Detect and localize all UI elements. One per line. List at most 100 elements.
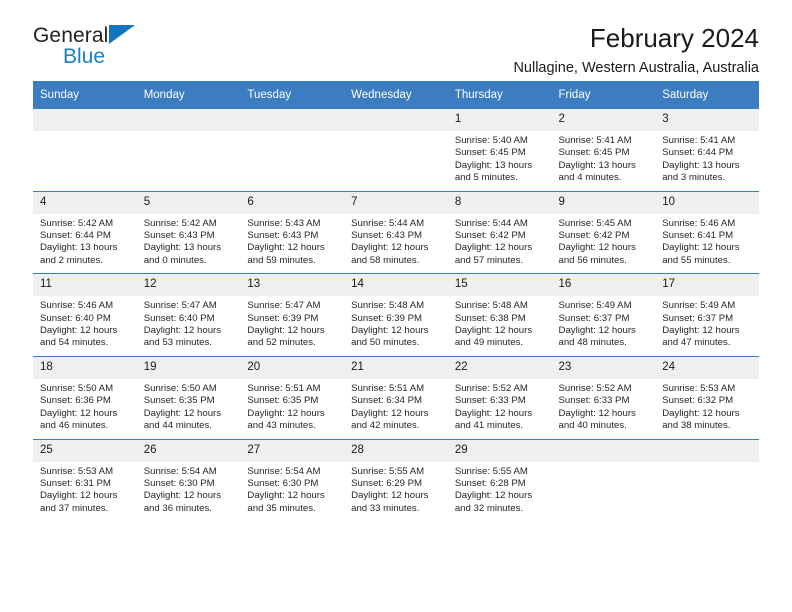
daylight-text: Daylight: 12 hours and 38 minutes. (662, 407, 740, 432)
calendar-day-cell[interactable]: 13 Sunrise: 5:47 AM Sunset: 6:39 PM Dayl… (240, 273, 345, 357)
daylight-text: Daylight: 12 hours and 40 minutes. (558, 407, 636, 432)
day-number (551, 439, 656, 462)
day-details (137, 131, 241, 189)
calendar-day-cell[interactable]: 3 Sunrise: 5:41 AM Sunset: 6:44 PM Dayli… (655, 109, 759, 192)
page-subtitle: Nullagine, Western Australia, Australia (513, 60, 759, 76)
day-number: 8 (447, 191, 552, 214)
day-details: Sunrise: 5:46 AM Sunset: 6:40 PM Dayligh… (33, 296, 137, 356)
weekday-header-tuesday: Tuesday (240, 81, 345, 109)
day-number: 9 (551, 191, 656, 214)
day-details: Sunrise: 5:46 AM Sunset: 6:41 PM Dayligh… (655, 214, 759, 274)
sunrise-text: Sunrise: 5:50 AM (143, 382, 217, 394)
sunset-text: Sunset: 6:42 PM (454, 230, 526, 242)
calendar-day-cell[interactable]: 26 Sunrise: 5:54 AM Sunset: 6:30 PM Dayl… (136, 438, 241, 522)
calendar-day-cell[interactable]: 6 Sunrise: 5:43 AM Sunset: 6:43 PM Dayli… (240, 190, 345, 274)
calendar-body: 1 Sunrise: 5:40 AM Sunset: 6:45 PM Dayli… (33, 109, 759, 522)
calendar-day-cell[interactable]: 9 Sunrise: 5:45 AM Sunset: 6:42 PM Dayli… (551, 190, 656, 274)
brand-name-top-row: General (33, 24, 233, 48)
page-title: February 2024 (589, 23, 759, 53)
calendar-day-cell[interactable]: 10 Sunrise: 5:46 AM Sunset: 6:41 PM Dayl… (655, 190, 759, 274)
calendar-day-cell[interactable]: 22 Sunrise: 5:52 AM Sunset: 6:33 PM Dayl… (447, 355, 552, 439)
daylight-text: Daylight: 13 hours and 3 minutes. (662, 159, 740, 184)
day-details: Sunrise: 5:55 AM Sunset: 6:28 PM Dayligh… (448, 462, 552, 522)
sunrise-text: Sunrise: 5:55 AM (454, 465, 528, 477)
day-details: Sunrise: 5:49 AM Sunset: 6:37 PM Dayligh… (655, 296, 759, 356)
calendar-day-cell[interactable]: 24 Sunrise: 5:53 AM Sunset: 6:32 PM Dayl… (655, 355, 759, 439)
calendar-day-cell[interactable]: 20 Sunrise: 5:51 AM Sunset: 6:35 PM Dayl… (240, 355, 345, 439)
sunrise-text: Sunrise: 5:50 AM (40, 382, 114, 394)
day-details (552, 462, 656, 520)
calendar-day-cell[interactable] (240, 109, 345, 192)
sunset-text: Sunset: 6:36 PM (40, 395, 111, 407)
calendar-page: General Blue February 2024 Nullagine, We… (0, 0, 792, 612)
calendar-day-cell[interactable]: 11 Sunrise: 5:46 AM Sunset: 6:40 PM Dayl… (33, 273, 137, 357)
day-details: Sunrise: 5:42 AM Sunset: 6:44 PM Dayligh… (33, 214, 137, 274)
sunset-text: Sunset: 6:39 PM (247, 312, 319, 324)
calendar-day-cell[interactable]: 29 Sunrise: 5:55 AM Sunset: 6:28 PM Dayl… (447, 438, 552, 522)
weekday-header-saturday: Saturday (655, 81, 759, 109)
calendar-day-cell[interactable] (33, 109, 137, 192)
calendar-day-cell[interactable] (136, 109, 241, 192)
day-details: Sunrise: 5:48 AM Sunset: 6:39 PM Dayligh… (344, 296, 448, 356)
calendar-day-cell[interactable]: 2 Sunrise: 5:41 AM Sunset: 6:45 PM Dayli… (551, 109, 656, 192)
day-details: Sunrise: 5:41 AM Sunset: 6:45 PM Dayligh… (552, 131, 656, 191)
day-details: Sunrise: 5:52 AM Sunset: 6:33 PM Dayligh… (552, 379, 656, 439)
calendar-day-cell[interactable]: 15 Sunrise: 5:48 AM Sunset: 6:38 PM Dayl… (447, 273, 552, 357)
calendar-day-cell[interactable]: 23 Sunrise: 5:52 AM Sunset: 6:33 PM Dayl… (551, 355, 656, 439)
daylight-text: Daylight: 12 hours and 46 minutes. (40, 407, 118, 432)
sunset-text: Sunset: 6:37 PM (558, 312, 630, 324)
day-details: Sunrise: 5:48 AM Sunset: 6:38 PM Dayligh… (448, 296, 552, 356)
calendar-day-cell[interactable]: 28 Sunrise: 5:55 AM Sunset: 6:29 PM Dayl… (344, 438, 448, 522)
sunrise-text: Sunrise: 5:49 AM (558, 300, 632, 312)
weekday-header-row: Sunday Monday Tuesday Wednesday Thursday… (33, 81, 759, 109)
calendar-day-cell[interactable]: 18 Sunrise: 5:50 AM Sunset: 6:36 PM Dayl… (33, 355, 137, 439)
calendar-day-cell[interactable]: 4 Sunrise: 5:42 AM Sunset: 6:44 PM Dayli… (33, 190, 137, 274)
daylight-text: Daylight: 12 hours and 54 minutes. (40, 325, 118, 349)
calendar-day-cell[interactable] (655, 438, 759, 522)
sunrise-text: Sunrise: 5:52 AM (454, 382, 528, 394)
weekday-header-thursday: Thursday (447, 81, 552, 109)
calendar-day-cell[interactable]: 27 Sunrise: 5:54 AM Sunset: 6:30 PM Dayl… (240, 438, 345, 522)
daylight-text: Daylight: 12 hours and 57 minutes. (454, 242, 533, 266)
brand-logo[interactable]: General Blue (33, 24, 233, 74)
daylight-text: Daylight: 12 hours and 41 minutes. (454, 407, 533, 432)
calendar-day-cell[interactable]: 1 Sunrise: 5:40 AM Sunset: 6:45 PM Dayli… (447, 109, 552, 192)
day-details (344, 131, 448, 189)
day-number: 10 (655, 191, 759, 214)
sunset-text: Sunset: 6:30 PM (143, 477, 215, 489)
calendar-day-cell[interactable]: 17 Sunrise: 5:49 AM Sunset: 6:37 PM Dayl… (655, 273, 759, 357)
sunrise-text: Sunrise: 5:42 AM (40, 217, 114, 229)
day-number: 26 (136, 439, 241, 462)
day-details: Sunrise: 5:44 AM Sunset: 6:42 PM Dayligh… (448, 214, 552, 274)
calendar-day-cell[interactable]: 8 Sunrise: 5:44 AM Sunset: 6:42 PM Dayli… (447, 190, 552, 274)
day-number: 3 (655, 109, 759, 131)
sunset-text: Sunset: 6:43 PM (351, 230, 423, 242)
daylight-text: Daylight: 12 hours and 55 minutes. (662, 242, 740, 266)
day-number: 24 (655, 356, 759, 379)
day-number: 27 (240, 439, 345, 462)
day-number (240, 109, 345, 131)
day-details: Sunrise: 5:44 AM Sunset: 6:43 PM Dayligh… (344, 214, 448, 274)
calendar-day-cell[interactable]: 14 Sunrise: 5:48 AM Sunset: 6:39 PM Dayl… (344, 273, 448, 357)
sunrise-text: Sunrise: 5:47 AM (143, 300, 217, 312)
calendar-day-cell[interactable]: 21 Sunrise: 5:51 AM Sunset: 6:34 PM Dayl… (344, 355, 448, 439)
day-number: 15 (447, 274, 552, 297)
calendar-day-cell[interactable]: 16 Sunrise: 5:49 AM Sunset: 6:37 PM Dayl… (551, 273, 656, 357)
calendar-day-cell[interactable]: 25 Sunrise: 5:53 AM Sunset: 6:31 PM Dayl… (33, 438, 137, 522)
calendar-day-cell[interactable] (344, 109, 448, 192)
calendar-day-cell[interactable]: 12 Sunrise: 5:47 AM Sunset: 6:40 PM Dayl… (136, 273, 241, 357)
day-details: Sunrise: 5:42 AM Sunset: 6:43 PM Dayligh… (137, 214, 241, 274)
daylight-text: Daylight: 12 hours and 44 minutes. (143, 407, 222, 432)
triangle-icon (109, 25, 135, 44)
sunset-text: Sunset: 6:44 PM (40, 230, 111, 242)
day-number: 6 (240, 191, 345, 214)
sunset-text: Sunset: 6:43 PM (247, 230, 319, 242)
calendar-day-cell[interactable]: 7 Sunrise: 5:44 AM Sunset: 6:43 PM Dayli… (344, 190, 448, 274)
calendar-day-cell[interactable]: 19 Sunrise: 5:50 AM Sunset: 6:35 PM Dayl… (136, 355, 241, 439)
daylight-text: Daylight: 12 hours and 43 minutes. (247, 407, 325, 432)
calendar-day-cell[interactable] (551, 438, 656, 522)
calendar-day-cell[interactable]: 5 Sunrise: 5:42 AM Sunset: 6:43 PM Dayli… (136, 190, 241, 274)
sunrise-text: Sunrise: 5:42 AM (143, 217, 217, 229)
sunset-text: Sunset: 6:45 PM (558, 147, 630, 159)
daylight-text: Daylight: 12 hours and 37 minutes. (40, 490, 118, 514)
